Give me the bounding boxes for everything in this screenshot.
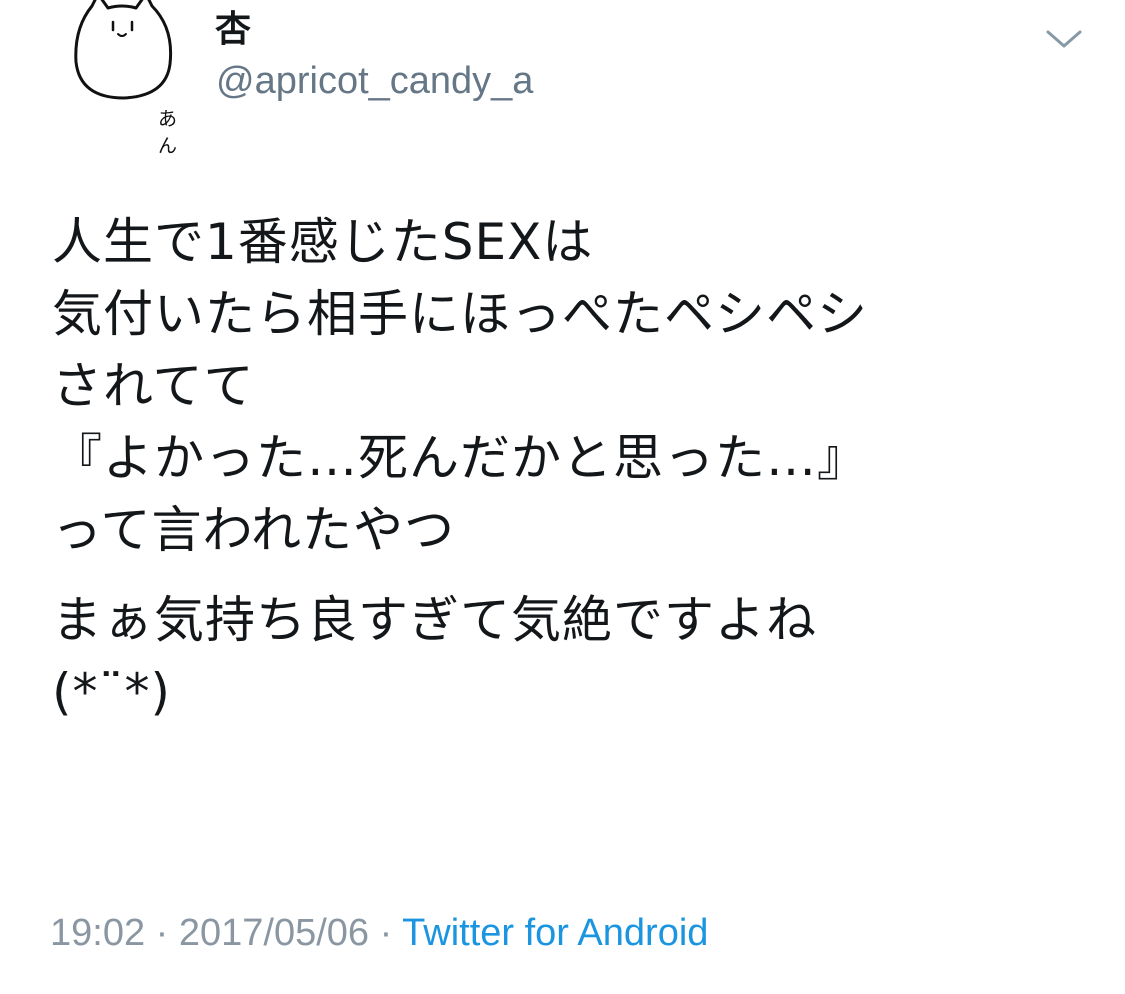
- display-name[interactable]: 杏: [215, 12, 251, 48]
- user-handle[interactable]: @apricot_candy_a: [216, 62, 533, 100]
- tweet-text-line: されてて: [52, 357, 255, 415]
- tweet: あん 杏 @apricot_candy_a 人生で1番感じたSEXは 気付いたら…: [0, 0, 1125, 994]
- meta-separator: ·: [379, 912, 393, 954]
- tweet-text-line: って言われたやつ: [52, 501, 455, 559]
- chevron-down-icon: [1046, 30, 1082, 48]
- tweet-text: 人生で1番感じたSEXは 気付いたら相手にほっぺたペシペシ されてて 『よかった…: [52, 206, 1092, 728]
- tweet-menu-button[interactable]: [1044, 26, 1084, 52]
- tweet-date[interactable]: 2017/05/06: [179, 912, 369, 954]
- tweet-text-line: (*¨*): [52, 663, 172, 721]
- tweet-text-line: 気付いたら相手にほっぺたペシペシ: [52, 285, 868, 343]
- meta-separator: ·: [155, 912, 169, 954]
- avatar[interactable]: あん: [62, 0, 182, 157]
- tweet-text-line: 『よかった…死んだかと思った…』: [52, 429, 868, 487]
- tweet-text-line: まぁ気持ち良すぎて気絶ですよね: [52, 591, 817, 649]
- avatar-caption: あん: [158, 108, 178, 157]
- tweet-meta: 19:02 · 2017/05/06 · Twitter for Android: [50, 914, 708, 952]
- tweet-source-link[interactable]: Twitter for Android: [402, 912, 708, 954]
- tweet-text-line: 人生で1番感じたSEXは: [52, 213, 594, 271]
- tweet-time[interactable]: 19:02: [50, 912, 145, 954]
- cat-doodle-icon: [74, 0, 173, 100]
